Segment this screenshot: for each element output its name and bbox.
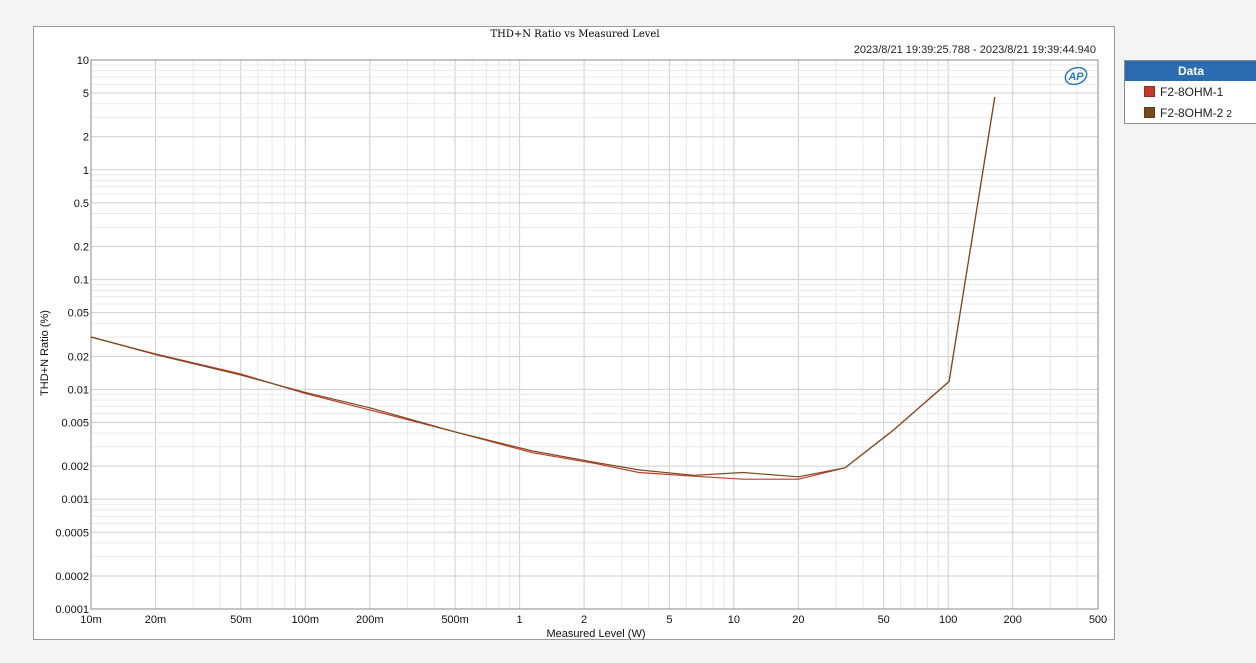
x-tick-label: 2 — [581, 614, 587, 626]
x-tick-label: 50 — [878, 614, 890, 626]
x-axis-ticks: 10m 20m 50m 100m 200m 500m 1 2 5 10 20 50 100 200 500 — [80, 614, 1107, 626]
x-tick-label: 200m — [356, 614, 384, 626]
plot-area — [90, 59, 1099, 610]
x-tick-label: 200 — [1004, 614, 1022, 626]
date-range: 2023/8/21 19:39:25.788 - 2023/8/21 19:39… — [854, 44, 1096, 56]
y-tick-label: 1 — [83, 165, 89, 177]
y-axis-title: THD+N Ratio (%) — [39, 310, 51, 396]
legend-suffix: 2 — [1226, 109, 1232, 120]
y-tick-label: 0.05 — [68, 308, 89, 320]
y-axis-ticks: 10 5 2 1 0.5 0.2 0.1 0.05 0.02 0.01 0.005 0.002 0.00… — [55, 55, 89, 616]
y-tick-label: 0.01 — [68, 384, 89, 396]
y-tick-label: 2 — [83, 132, 89, 144]
x-tick-label: 100 — [939, 614, 957, 626]
y-tick-label: 0.2 — [74, 242, 89, 254]
y-tick-label: 0.0001 — [55, 604, 89, 616]
x-tick-label: 10 — [728, 614, 740, 626]
y-tick-label: 0.002 — [61, 461, 89, 473]
series-line-1 — [90, 96, 996, 480]
x-tick-label: 100m — [292, 614, 320, 626]
chart: THD+N Ratio vs Measured Level 2023/8/21 … — [39, 29, 1107, 640]
legend-swatch-1 — [1144, 86, 1155, 97]
y-tick-label: 0.5 — [74, 198, 89, 210]
legend-header: Data — [1125, 61, 1256, 81]
x-tick-label: 500 — [1089, 614, 1107, 626]
y-tick-label: 0.1 — [74, 275, 89, 287]
y-tick-label: 10 — [77, 55, 89, 67]
legend-label: F2-8OHM-2 — [1160, 105, 1224, 120]
x-tick-label: 1 — [517, 614, 523, 626]
series-line-2 — [90, 96, 996, 478]
x-tick-label: 500m — [441, 614, 469, 626]
x-tick-label: 5 — [666, 614, 672, 626]
y-tick-label: 0.005 — [61, 417, 89, 429]
x-axis-title: Measured Level (W) — [546, 628, 645, 640]
y-tick-label: 5 — [83, 88, 89, 100]
series-group — [90, 96, 996, 480]
x-tick-label: 50m — [230, 614, 251, 626]
y-tick-label: 0.0005 — [55, 527, 89, 539]
legend-label: F2-8OHM-1 — [1160, 84, 1224, 99]
y-tick-label: 0.0002 — [55, 571, 89, 583]
legend-panel: Data F2-8OHM-1 F2-8OHM-2 2 — [1124, 60, 1256, 124]
chart-title: THD+N Ratio vs Measured Level — [490, 29, 659, 40]
y-tick-label: 0.001 — [61, 494, 89, 506]
grid — [90, 60, 1099, 610]
x-tick-label: 20m — [145, 614, 166, 626]
x-tick-label: 20 — [792, 614, 804, 626]
legend-item[interactable]: F2-8OHM-1 — [1125, 81, 1256, 102]
chart-frame: THD+N Ratio vs Measured Level 2023/8/21 … — [33, 26, 1115, 640]
y-tick-label: 0.02 — [68, 351, 89, 363]
legend-item[interactable]: F2-8OHM-2 2 — [1125, 102, 1256, 123]
legend-swatch-2 — [1144, 107, 1155, 118]
logo-text: AP — [1067, 71, 1084, 83]
